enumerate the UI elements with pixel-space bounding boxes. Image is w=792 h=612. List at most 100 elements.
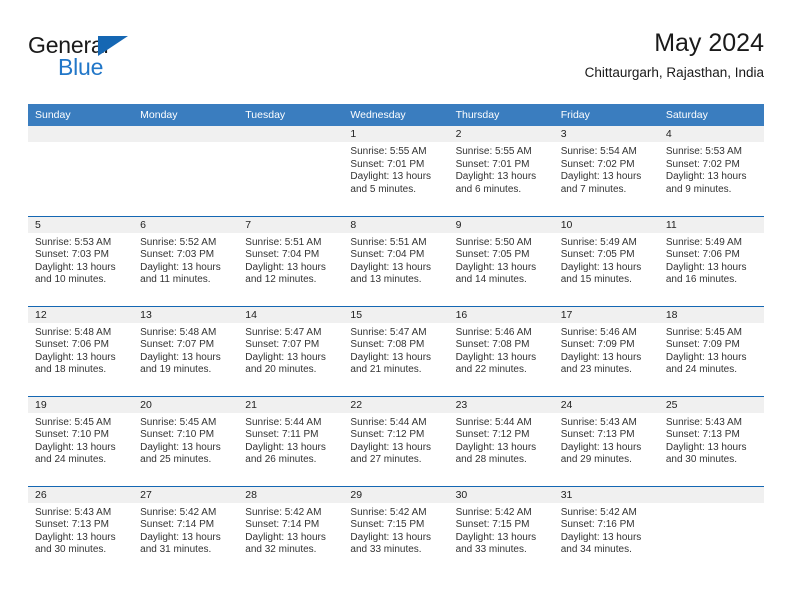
daylight-text: Daylight: 13 hours and 10 minutes. — [35, 261, 116, 286]
weekday-header-thursday: Thursday — [448, 104, 554, 126]
daylight-text: Daylight: 13 hours and 15 minutes. — [560, 261, 642, 286]
sunset-text: Sunset: 7:09 PM — [560, 339, 635, 351]
sunrise-text: Sunrise: 5:55 AM — [350, 146, 427, 157]
calendar-week-row: 5 Sunrise: 5:53 AM Sunset: 7:03 PM Daylight… — [28, 215, 764, 306]
day-number: 28 — [238, 486, 344, 503]
calendar-week-row: 19 Sunrise: 5:45 AM Sunset: 7:10 PM Dayligh… — [28, 395, 764, 486]
calendar-day-cell[interactable]: 4 Sunrise: 5:53 AM Sunset: 7:02 PM Daylight… — [658, 126, 764, 216]
calendar-container: Sunday Monday Tuesday Wednesday Thursday… — [28, 104, 764, 576]
calendar-body: 1 Sunrise: 5:55 AM Sunset: 7:01 PM Daylight… — [28, 126, 764, 576]
calendar-day-cell[interactable]: 23 Sunrise: 5:44 AM Sunset: 7:12 PM Dayligh… — [448, 395, 554, 486]
sunrise-text: Sunrise: 5:53 AM — [665, 146, 742, 157]
day-number: 15 — [343, 306, 449, 323]
calendar-day-cell[interactable]: 10 Sunrise: 5:49 AM Sunset: 7:05 PM Dayligh… — [553, 215, 659, 306]
sunrise-text: Sunrise: 5:44 AM — [455, 416, 532, 428]
day-details: Sunrise: 5:53 AM Sunset: 7:02 PM Daylight:… — [659, 142, 764, 196]
logo-text-blue: Blue — [58, 54, 104, 80]
daylight-text: Daylight: 13 hours and 21 minutes. — [350, 351, 432, 376]
calendar-day-cell[interactable]: 29 Sunrise: 5:42 AM Sunset: 7:15 PM Dayligh… — [343, 485, 449, 576]
weekday-header-saturday: Saturday — [658, 104, 764, 126]
calendar-day-cell[interactable]: 30 Sunrise: 5:42 AM Sunset: 7:15 PM Dayligh… — [448, 485, 554, 576]
day-details: Sunrise: 5:46 AM Sunset: 7:08 PM Daylight:… — [449, 323, 554, 377]
calendar-day-cell[interactable]: 25 Sunrise: 5:43 AM Sunset: 7:13 PM Dayligh… — [658, 395, 764, 486]
day-number: 27 — [133, 486, 239, 503]
sunrise-text: Sunrise: 5:52 AM — [140, 236, 217, 248]
day-number: 17 — [553, 306, 659, 323]
calendar-day-cell[interactable]: 24 Sunrise: 5:43 AM Sunset: 7:13 PM Dayligh… — [553, 395, 659, 486]
calendar-page: General Blue May 2024 Chittaurgarh, Raja… — [0, 0, 792, 612]
day-number: 16 — [448, 306, 554, 323]
day-details: Sunrise: 5:51 AM Sunset: 7:04 PM Daylight:… — [238, 233, 343, 287]
general-blue-logo[interactable]: General Blue — [28, 32, 228, 90]
daylight-text: Daylight: 13 hours and 7 minutes. — [560, 171, 642, 195]
calendar-day-cell[interactable]: 11 Sunrise: 5:49 AM Sunset: 7:06 PM Dayligh… — [658, 215, 764, 306]
sunset-text: Sunset: 7:06 PM — [665, 249, 740, 261]
calendar-day-cell-empty — [133, 126, 239, 216]
day-details: Sunrise: 5:43 AM Sunset: 7:13 PM Daylight:… — [554, 413, 659, 467]
sunrise-text: Sunrise: 5:44 AM — [245, 416, 322, 428]
calendar-day-cell[interactable]: 20 Sunrise: 5:45 AM Sunset: 7:10 PM Dayligh… — [133, 395, 239, 486]
calendar-day-cell[interactable]: 21 Sunrise: 5:44 AM Sunset: 7:11 PM Dayligh… — [238, 395, 344, 486]
day-number: 7 — [238, 216, 344, 233]
sunset-text: Sunset: 7:12 PM — [350, 429, 425, 441]
calendar-day-cell[interactable]: 13 Sunrise: 5:48 AM Sunset: 7:07 PM Dayligh… — [133, 305, 239, 396]
sunrise-text: Sunrise: 5:47 AM — [350, 326, 427, 338]
calendar-day-cell[interactable]: 26 Sunrise: 5:43 AM Sunset: 7:13 PM Dayligh… — [28, 485, 134, 576]
calendar-day-cell[interactable]: 3 Sunrise: 5:54 AM Sunset: 7:02 PM Daylight… — [553, 126, 659, 216]
calendar-day-cell[interactable]: 7 Sunrise: 5:51 AM Sunset: 7:04 PM Daylight… — [238, 215, 344, 306]
daylight-text: Daylight: 13 hours and 27 minutes. — [350, 441, 432, 466]
daylight-text: Daylight: 13 hours and 29 minutes. — [560, 441, 642, 466]
sunset-text: Sunset: 7:11 PM — [245, 429, 319, 441]
sunset-text: Sunset: 7:07 PM — [245, 339, 320, 351]
calendar-day-cell[interactable]: 15 Sunrise: 5:47 AM Sunset: 7:08 PM Dayligh… — [343, 305, 449, 396]
sunrise-text: Sunrise: 5:48 AM — [35, 326, 112, 338]
calendar-day-cell[interactable]: 27 Sunrise: 5:42 AM Sunset: 7:14 PM Dayligh… — [133, 485, 239, 576]
sunrise-text: Sunrise: 5:42 AM — [560, 506, 637, 518]
sunset-text: Sunset: 7:06 PM — [35, 339, 109, 351]
day-number: 24 — [553, 396, 659, 413]
day-details: Sunrise: 5:42 AM Sunset: 7:16 PM Daylight:… — [554, 503, 659, 557]
calendar-day-cell[interactable]: 17 Sunrise: 5:46 AM Sunset: 7:09 PM Dayligh… — [553, 305, 659, 396]
calendar-day-cell[interactable]: 6 Sunrise: 5:52 AM Sunset: 7:03 PM Daylight… — [133, 215, 239, 306]
calendar-day-cell[interactable]: 14 Sunrise: 5:47 AM Sunset: 7:07 PM Dayligh… — [238, 305, 344, 396]
day-number: 4 — [658, 126, 764, 142]
page-header: General Blue May 2024 Chittaurgarh, Raja… — [28, 28, 764, 98]
sunset-text: Sunset: 7:02 PM — [665, 158, 740, 170]
calendar-day-cell[interactable]: 8 Sunrise: 5:51 AM Sunset: 7:04 PM Daylight… — [343, 215, 449, 306]
day-details: Sunrise: 5:50 AM Sunset: 7:05 PM Daylight:… — [449, 233, 554, 287]
calendar-day-cell[interactable]: 12 Sunrise: 5:48 AM Sunset: 7:06 PM Dayligh… — [28, 305, 134, 396]
daylight-text: Daylight: 13 hours and 28 minutes. — [455, 441, 537, 466]
day-number: 1 — [343, 126, 449, 142]
sunrise-text: Sunrise: 5:42 AM — [350, 506, 427, 518]
calendar-day-cell[interactable]: 9 Sunrise: 5:50 AM Sunset: 7:05 PM Daylight… — [448, 215, 554, 306]
day-details: Sunrise: 5:48 AM Sunset: 7:06 PM Daylight:… — [28, 323, 133, 377]
calendar-day-cell[interactable]: 18 Sunrise: 5:45 AM Sunset: 7:09 PM Dayligh… — [658, 305, 764, 396]
day-number: 20 — [133, 396, 239, 413]
sunrise-text: Sunrise: 5:53 AM — [35, 236, 112, 248]
day-details: Sunrise: 5:47 AM Sunset: 7:07 PM Daylight:… — [238, 323, 343, 377]
sunset-text: Sunset: 7:05 PM — [560, 249, 635, 261]
sunset-text: Sunset: 7:01 PM — [350, 158, 425, 170]
daylight-text: Daylight: 13 hours and 5 minutes. — [350, 171, 432, 195]
calendar-day-cell[interactable]: 28 Sunrise: 5:42 AM Sunset: 7:14 PM Dayligh… — [238, 485, 344, 576]
day-number: 26 — [28, 486, 134, 503]
day-number: 8 — [343, 216, 449, 233]
calendar-day-cell[interactable]: 1 Sunrise: 5:55 AM Sunset: 7:01 PM Daylight… — [343, 126, 449, 216]
day-details: Sunrise: 5:49 AM Sunset: 7:06 PM Daylight:… — [659, 233, 764, 287]
calendar-day-cell[interactable]: 2 Sunrise: 5:55 AM Sunset: 7:01 PM Daylight… — [448, 126, 554, 216]
sunrise-text: Sunrise: 5:48 AM — [140, 326, 217, 338]
day-number: 11 — [658, 216, 764, 233]
calendar-day-cell[interactable]: 16 Sunrise: 5:46 AM Sunset: 7:08 PM Dayligh… — [448, 305, 554, 396]
daylight-text: Daylight: 13 hours and 6 minutes. — [455, 171, 537, 195]
day-details: Sunrise: 5:43 AM Sunset: 7:13 PM Daylight:… — [659, 413, 764, 467]
day-number: 9 — [448, 216, 554, 233]
page-title: May 2024 — [654, 29, 764, 57]
calendar-day-cell[interactable]: 31 Sunrise: 5:42 AM Sunset: 7:16 PM Dayligh… — [553, 485, 659, 576]
calendar-day-cell[interactable]: 22 Sunrise: 5:44 AM Sunset: 7:12 PM Dayligh… — [343, 395, 449, 486]
sunrise-text: Sunrise: 5:43 AM — [35, 506, 112, 518]
calendar-day-cell[interactable]: 19 Sunrise: 5:45 AM Sunset: 7:10 PM Dayligh… — [28, 395, 134, 486]
sunset-text: Sunset: 7:15 PM — [350, 519, 425, 531]
calendar-day-cell[interactable]: 5 Sunrise: 5:53 AM Sunset: 7:03 PM Daylight… — [28, 215, 134, 306]
sunset-text: Sunset: 7:09 PM — [665, 339, 740, 351]
day-details: Sunrise: 5:55 AM Sunset: 7:01 PM Daylight:… — [449, 142, 554, 196]
